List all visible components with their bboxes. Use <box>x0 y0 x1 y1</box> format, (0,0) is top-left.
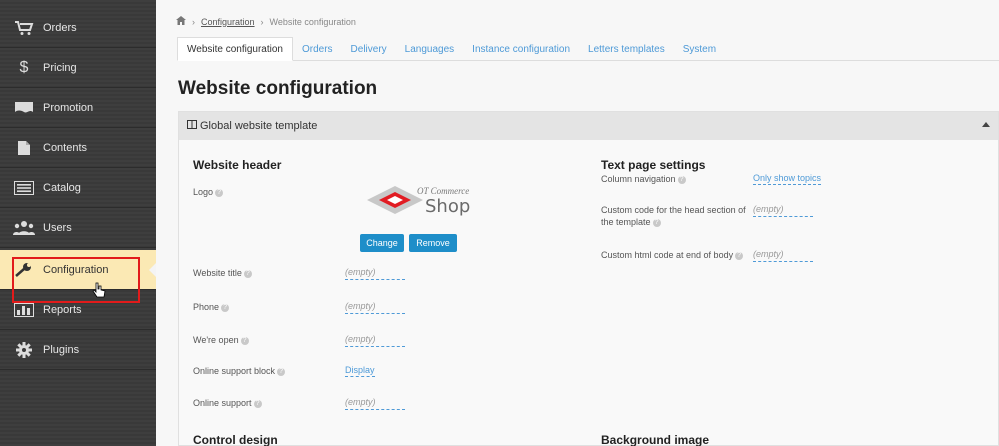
sidebar-item-label: Promotion <box>43 101 94 114</box>
sidebar-item-label: Catalog <box>43 181 81 194</box>
sidebar-item-contents[interactable]: Contents <box>0 128 156 168</box>
section-title-background-image: Background image <box>601 433 710 446</box>
sidebar-item-label: Pricing <box>43 61 77 74</box>
field-label-were-open: We're open? <box>193 334 249 346</box>
sidebar-item-label: Orders <box>43 21 77 34</box>
sidebar-item-label: Plugins <box>43 343 80 356</box>
field-label-column-navigation: Column navigation? <box>601 173 686 185</box>
sidebar-item-users[interactable]: Users <box>0 208 156 248</box>
sidebar-item-label: Contents <box>43 141 88 154</box>
breadcrumb-link-configuration[interactable]: Configuration <box>201 17 255 27</box>
field-label-custom-body-code: Custom html code at end of body? <box>601 249 751 261</box>
logo-text-shop: Shop <box>425 196 471 217</box>
collapse-arrow-icon[interactable] <box>982 122 990 127</box>
phone-value[interactable]: (empty) <box>345 301 405 314</box>
logo-text-top: OT Commerce <box>417 186 470 196</box>
hand-cursor-icon <box>92 282 106 301</box>
section-title-website-header: Website header <box>193 158 282 172</box>
remove-logo-button[interactable]: Remove <box>409 234 457 252</box>
sidebar-item-plugins[interactable]: Plugins <box>0 330 156 370</box>
main-content: › Configuration › Website configuration … <box>156 0 999 446</box>
help-icon[interactable]: ? <box>677 175 686 184</box>
flag-icon <box>13 99 35 117</box>
list-icon <box>13 179 35 197</box>
highlight-box <box>12 257 140 303</box>
sidebar-item-catalog[interactable]: Catalog <box>0 168 156 208</box>
breadcrumb-separator: › <box>260 16 264 27</box>
help-icon[interactable]: ? <box>253 399 262 408</box>
sidebar: Orders $ Pricing Promotion Contents Cata… <box>0 0 157 446</box>
help-icon[interactable]: ? <box>240 336 249 345</box>
sidebar-item-promotion[interactable]: Promotion <box>0 88 156 128</box>
column-navigation-value[interactable]: Only show topics <box>753 173 822 185</box>
sidebar-item-label: Users <box>43 221 72 234</box>
sidebar-item-label: Reports <box>43 303 82 316</box>
tab-bar: Website configuration Orders Delivery La… <box>177 37 999 61</box>
bar-chart-icon <box>13 301 35 319</box>
sidebar-item-orders[interactable]: Orders <box>0 8 156 48</box>
tab-system[interactable]: System <box>674 37 725 61</box>
custom-head-code-value[interactable]: (empty) <box>753 204 813 217</box>
panel-title: Global website template <box>200 120 318 132</box>
global-template-panel: Global website template Website header L… <box>178 111 999 446</box>
field-label-online-support-block: Online support block? <box>193 365 286 377</box>
tab-languages[interactable]: Languages <box>396 37 464 61</box>
breadcrumb: › Configuration › Website configuration <box>176 16 356 27</box>
help-icon[interactable]: ? <box>215 188 224 197</box>
tab-letters-templates[interactable]: Letters templates <box>579 37 674 61</box>
were-open-value[interactable]: (empty) <box>345 334 405 347</box>
users-icon <box>13 219 35 237</box>
tab-instance-configuration[interactable]: Instance configuration <box>463 37 579 61</box>
tab-delivery[interactable]: Delivery <box>342 37 396 61</box>
help-icon[interactable]: ? <box>735 251 744 260</box>
dollar-icon: $ <box>19 58 29 76</box>
online-support-value[interactable]: (empty) <box>345 397 405 410</box>
online-support-block-value[interactable]: Display <box>345 365 375 377</box>
change-logo-button[interactable]: Change <box>360 234 404 252</box>
breadcrumb-current: Website configuration <box>269 16 356 27</box>
help-icon[interactable]: ? <box>652 218 661 227</box>
gear-icon <box>13 341 35 359</box>
document-icon <box>13 139 35 157</box>
cart-icon <box>13 19 35 37</box>
page-title: Website configuration <box>178 78 378 99</box>
website-title-value[interactable]: (empty) <box>345 267 405 280</box>
tab-website-configuration[interactable]: Website configuration <box>177 37 293 61</box>
help-icon[interactable]: ? <box>221 303 230 312</box>
field-label-phone: Phone? <box>193 301 230 313</box>
breadcrumb-separator: › <box>192 16 195 27</box>
section-title-control-design: Control design <box>193 433 278 446</box>
tab-orders[interactable]: Orders <box>293 37 342 61</box>
section-title-text-page-settings: Text page settings <box>601 158 706 172</box>
home-icon[interactable] <box>176 16 186 27</box>
field-label-custom-head-code: Custom code for the head section of the … <box>601 205 746 227</box>
panel-header[interactable]: Global website template <box>179 112 998 140</box>
help-icon[interactable]: ? <box>243 269 252 278</box>
columns-icon <box>187 120 197 132</box>
field-label-online-support: Online support? <box>193 397 262 409</box>
help-icon[interactable]: ? <box>277 367 286 376</box>
sidebar-item-pricing[interactable]: $ Pricing <box>0 48 156 88</box>
field-label-logo: Logo? <box>193 186 224 198</box>
logo-image: OT Commerce Shop <box>365 182 475 218</box>
custom-body-code-value[interactable]: (empty) <box>753 249 813 262</box>
field-label-website-title: Website title? <box>193 267 252 279</box>
